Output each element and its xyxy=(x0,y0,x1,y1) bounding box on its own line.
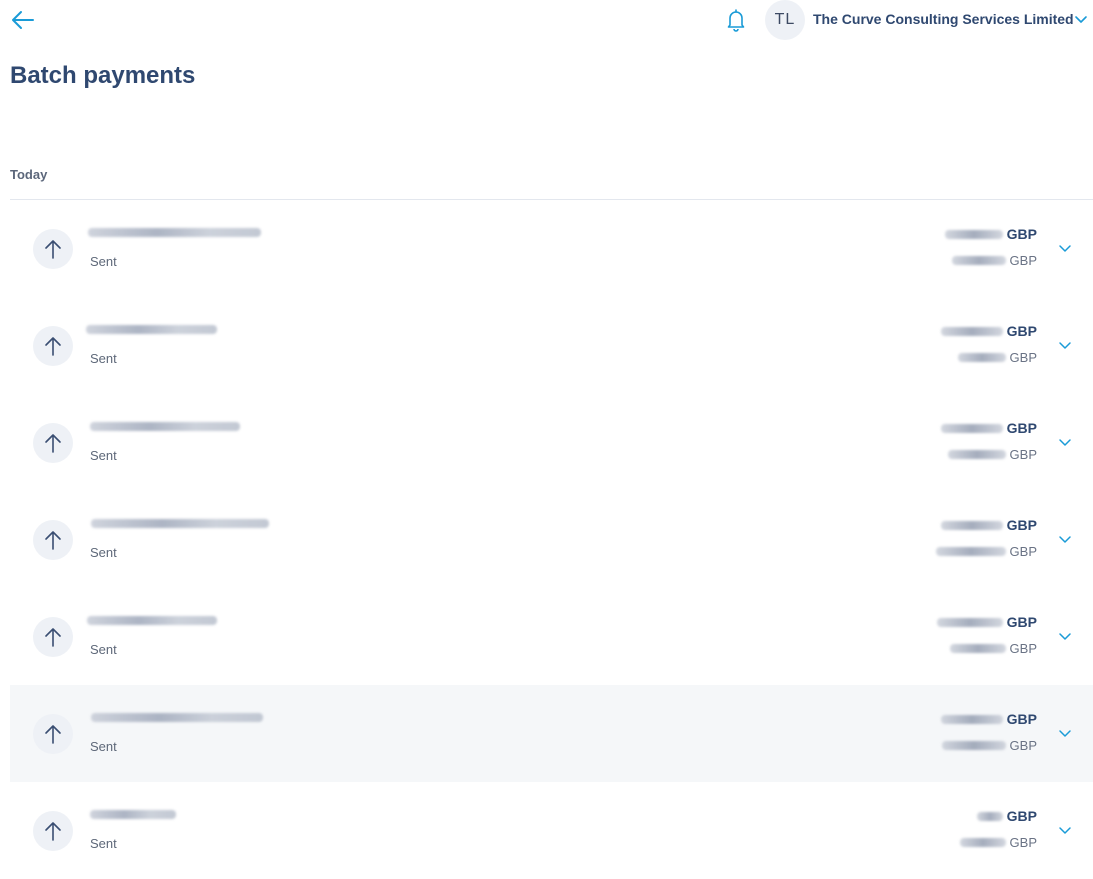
expand-chevron-icon[interactable] xyxy=(1058,630,1072,642)
amount-redacted xyxy=(940,423,1003,433)
amount-secondary: GBP xyxy=(947,447,1037,462)
expand-chevron-icon[interactable] xyxy=(1058,436,1072,448)
amount-redacted xyxy=(935,547,1006,556)
payment-row[interactable]: Sent GBP GBP xyxy=(10,491,1093,588)
payment-row[interactable]: Sent GBP GBP xyxy=(10,394,1093,491)
amount: GBP xyxy=(940,420,1037,436)
status-text: Sent xyxy=(90,254,117,269)
recipient-name-redacted xyxy=(88,228,261,237)
currency-secondary: GBP xyxy=(1009,253,1037,268)
amount-redacted xyxy=(959,838,1006,847)
expand-chevron-icon[interactable] xyxy=(1058,727,1072,739)
payment-row[interactable]: Sent GBP GBP xyxy=(10,200,1093,297)
amount-secondary: GBP xyxy=(957,350,1037,365)
arrow-up-icon xyxy=(33,326,73,366)
bell-icon xyxy=(727,9,745,32)
recipient-name-redacted xyxy=(86,325,217,334)
recipient-name-redacted xyxy=(91,519,269,528)
amount-redacted xyxy=(976,811,1003,821)
status-text: Sent xyxy=(90,351,117,366)
arrow-up-icon xyxy=(33,714,73,754)
recipient-name-redacted xyxy=(90,422,240,431)
amount: GBP xyxy=(944,226,1037,242)
amount-secondary: GBP xyxy=(935,544,1037,559)
amount-redacted xyxy=(944,229,1003,239)
company-switcher[interactable]: The Curve Consulting Services Limited xyxy=(813,11,1074,27)
amount-secondary: GBP xyxy=(959,835,1037,850)
amount-redacted xyxy=(947,450,1006,459)
recipient-name-redacted xyxy=(87,616,217,625)
amount-redacted xyxy=(940,326,1003,336)
currency: GBP xyxy=(1006,517,1037,533)
chevron-down-icon[interactable] xyxy=(1073,13,1089,27)
amount-redacted xyxy=(957,353,1006,362)
amount-redacted xyxy=(940,714,1003,724)
amount: GBP xyxy=(936,614,1037,630)
currency-secondary: GBP xyxy=(1009,641,1037,656)
currency-secondary: GBP xyxy=(1009,544,1037,559)
arrow-up-icon xyxy=(33,617,73,657)
status-text: Sent xyxy=(90,739,117,754)
amount-redacted xyxy=(951,256,1006,265)
currency: GBP xyxy=(1006,323,1037,339)
expand-chevron-icon[interactable] xyxy=(1058,242,1072,254)
status-text: Sent xyxy=(90,545,117,560)
recipient-name-redacted xyxy=(91,713,263,722)
payment-row[interactable]: Sent GBP GBP xyxy=(10,685,1093,782)
payment-row[interactable]: Sent GBP GBP xyxy=(10,588,1093,685)
arrow-left-icon xyxy=(12,11,34,29)
expand-chevron-icon[interactable] xyxy=(1058,339,1072,351)
recipient-name-redacted xyxy=(90,810,176,819)
back-button[interactable] xyxy=(10,8,36,32)
currency-secondary: GBP xyxy=(1009,350,1037,365)
currency: GBP xyxy=(1006,808,1037,824)
notifications-button[interactable] xyxy=(723,7,749,33)
amount-secondary: GBP xyxy=(949,641,1037,656)
arrow-up-icon xyxy=(33,423,73,463)
amount-redacted xyxy=(940,520,1003,530)
currency-secondary: GBP xyxy=(1009,447,1037,462)
currency: GBP xyxy=(1006,711,1037,727)
amount-redacted xyxy=(949,644,1006,653)
payment-row[interactable]: Sent GBP GBP xyxy=(10,297,1093,394)
arrow-up-icon xyxy=(33,811,73,851)
section-label-today: Today xyxy=(10,167,48,182)
expand-chevron-icon[interactable] xyxy=(1058,824,1072,836)
status-text: Sent xyxy=(90,448,117,463)
amount: GBP xyxy=(940,323,1037,339)
amount-redacted xyxy=(936,617,1003,627)
currency-secondary: GBP xyxy=(1009,835,1037,850)
arrow-up-icon xyxy=(33,229,73,269)
page-title: Batch payments xyxy=(10,62,196,89)
status-text: Sent xyxy=(90,642,117,657)
amount-secondary: GBP xyxy=(951,253,1037,268)
amount-secondary: GBP xyxy=(941,738,1037,753)
payment-row[interactable]: Sent GBP GBP xyxy=(10,782,1093,879)
top-bar: TL The Curve Consulting Services Limited xyxy=(0,0,1093,40)
currency: GBP xyxy=(1006,420,1037,436)
amount: GBP xyxy=(976,808,1037,824)
payment-list: Sent GBP GBP Sent GBP GBP Sent GBP GBP S… xyxy=(10,200,1093,879)
currency: GBP xyxy=(1006,614,1037,630)
amount-redacted xyxy=(941,741,1006,750)
status-text: Sent xyxy=(90,836,117,851)
amount: GBP xyxy=(940,517,1037,533)
currency-secondary: GBP xyxy=(1009,738,1037,753)
arrow-up-icon xyxy=(33,520,73,560)
amount: GBP xyxy=(940,711,1037,727)
currency: GBP xyxy=(1006,226,1037,242)
expand-chevron-icon[interactable] xyxy=(1058,533,1072,545)
avatar[interactable]: TL xyxy=(765,0,805,40)
